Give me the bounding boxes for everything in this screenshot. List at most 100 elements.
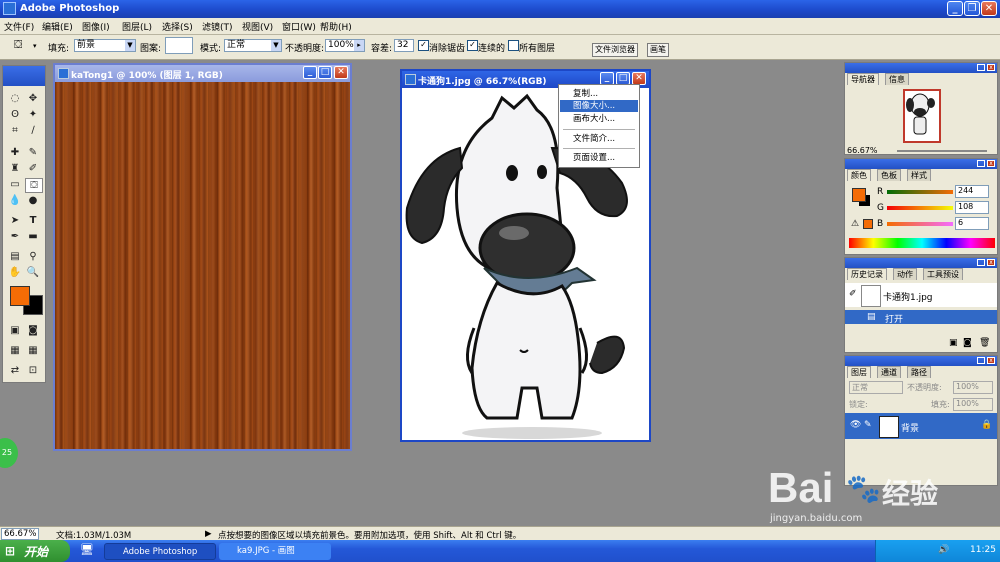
tolerance-input[interactable]: 32 xyxy=(394,39,414,52)
tab-swatches[interactable]: 色板 xyxy=(877,169,901,181)
doc1-minimize-button[interactable]: _ xyxy=(303,66,317,79)
menu-item-duplicate[interactable]: 复制... xyxy=(560,88,638,100)
minimize-icon[interactable]: _ xyxy=(977,160,985,167)
taskbar-item-paint[interactable]: ka9.JPG - 画图 xyxy=(219,543,331,560)
start-button[interactable]: ⊞ 开始 xyxy=(0,540,70,562)
foreground-color-swatch[interactable] xyxy=(10,286,30,306)
chevron-down-icon[interactable]: ▾ xyxy=(33,42,37,50)
all-layers-checkbox[interactable] xyxy=(508,40,519,51)
layer-row-background[interactable]: 👁 ✎ 背景 🔒 xyxy=(845,413,997,439)
menu-item-canvas-size[interactable]: 画布大小... xyxy=(560,113,638,125)
antialias-checkbox[interactable]: ✓ xyxy=(418,40,429,51)
close-button[interactable]: ✕ xyxy=(981,1,997,16)
eyedropper-tool-icon[interactable]: ⚲ xyxy=(25,250,41,263)
g-input[interactable]: 108 xyxy=(955,201,989,214)
tab-history[interactable]: 历史记录 xyxy=(847,268,887,280)
paint-bucket-tool-icon[interactable]: ⛋ xyxy=(25,178,43,193)
tab-channels[interactable]: 通道 xyxy=(877,366,901,378)
menu-item-file-info[interactable]: 文件简介... xyxy=(560,133,638,145)
tab-styles[interactable]: 样式 xyxy=(907,169,931,181)
menu-image[interactable]: 图像(I) xyxy=(82,20,110,33)
volume-icon[interactable]: 🔊 xyxy=(938,545,949,555)
menu-filter[interactable]: 滤镜(T) xyxy=(202,20,233,33)
close-icon[interactable]: x xyxy=(987,259,995,266)
gamut-color-swatch[interactable] xyxy=(863,219,873,229)
foreground-color-swatch[interactable] xyxy=(852,188,866,202)
status-zoom[interactable]: 66.67% xyxy=(1,528,40,540)
new-document-icon[interactable]: ▣ xyxy=(949,338,958,348)
mode-select[interactable]: 正常 ▼ xyxy=(224,39,282,52)
brush-tool-icon[interactable]: ✎ xyxy=(25,146,41,159)
crop-tool-icon[interactable]: ⌗ xyxy=(7,124,23,137)
move-tool-icon[interactable]: ✥ xyxy=(25,92,41,105)
path-selection-tool-icon[interactable]: ➤ xyxy=(7,214,23,227)
r-slider[interactable] xyxy=(887,190,953,194)
navigator-thumbnail[interactable] xyxy=(903,89,941,143)
menu-layer[interactable]: 图层(L) xyxy=(122,20,152,33)
close-icon[interactable]: x xyxy=(987,160,995,167)
brush-icon[interactable]: ✎ xyxy=(864,420,872,430)
tab-layers[interactable]: 图层 xyxy=(847,366,871,378)
history-step-row[interactable]: ▤ 打开 xyxy=(845,310,997,325)
healing-brush-tool-icon[interactable]: ✚ xyxy=(7,146,23,159)
menu-edit[interactable]: 编辑(E) xyxy=(42,20,73,33)
color-spectrum-bar[interactable] xyxy=(849,238,995,248)
tab-file-browser[interactable]: 文件浏览器 xyxy=(592,43,638,57)
lasso-tool-icon[interactable]: ʘ xyxy=(7,108,23,121)
g-slider[interactable] xyxy=(887,206,953,210)
doc1-maximize-button[interactable]: □ xyxy=(318,66,332,79)
wood-texture-canvas[interactable] xyxy=(55,82,350,449)
fill-select[interactable]: 前景 ▼ xyxy=(74,39,136,52)
tab-info[interactable]: 信息 xyxy=(885,73,909,85)
stamp-tool-icon[interactable]: ♜ xyxy=(7,162,23,175)
magic-wand-tool-icon[interactable]: ✦ xyxy=(25,108,41,121)
menu-file[interactable]: 文件(F) xyxy=(4,20,34,33)
b-slider[interactable] xyxy=(887,222,953,226)
marquee-tool-icon[interactable]: ◌ xyxy=(7,92,23,105)
quick-mask-icon[interactable]: ◙ xyxy=(25,324,41,337)
r-input[interactable]: 244 xyxy=(955,185,989,198)
slice-tool-icon[interactable]: ∕ xyxy=(25,124,41,137)
doc1-close-button[interactable]: ✕ xyxy=(334,66,348,79)
b-input[interactable]: 6 xyxy=(955,217,989,230)
close-icon[interactable]: x xyxy=(987,64,995,71)
navigator-zoom[interactable]: 66.67% xyxy=(847,146,878,155)
restore-button[interactable]: ❐ xyxy=(964,1,980,16)
show-desktop-icon[interactable]: 🖥 xyxy=(80,543,94,556)
blur-tool-icon[interactable]: 💧 xyxy=(7,194,23,207)
contiguous-checkbox[interactable]: ✓ xyxy=(467,40,478,51)
imageready-icon[interactable]: ⊡ xyxy=(25,364,41,377)
menu-view[interactable]: 视图(V) xyxy=(242,20,273,33)
minimize-icon[interactable]: _ xyxy=(977,357,985,364)
history-snapshot-row[interactable]: ✐ 卡通狗1.jpg xyxy=(845,283,997,307)
minimize-icon[interactable]: _ xyxy=(977,259,985,266)
dodge-tool-icon[interactable]: ● xyxy=(25,194,41,207)
screen-mode-standard-icon[interactable]: ▦ xyxy=(7,344,23,357)
layer-fill-input[interactable]: 100% xyxy=(953,398,993,411)
eraser-tool-icon[interactable]: ▭ xyxy=(7,178,23,191)
hand-tool-icon[interactable]: ✋ xyxy=(7,266,23,279)
clock[interactable]: 11:25 xyxy=(970,545,996,555)
pattern-picker[interactable] xyxy=(165,37,193,54)
screen-mode-full-icon[interactable]: ▦ xyxy=(25,344,41,357)
type-tool-icon[interactable]: T xyxy=(25,214,41,227)
layer-opacity-input[interactable]: 100% xyxy=(953,381,993,394)
history-brush-icon[interactable]: ✐ xyxy=(849,289,857,299)
tab-tool-presets[interactable]: 工具预设 xyxy=(923,268,963,280)
menu-help[interactable]: 帮助(H) xyxy=(320,20,352,33)
pen-tool-icon[interactable]: ✒ xyxy=(7,230,23,243)
paint-bucket-icon[interactable]: ⛋ xyxy=(14,38,22,52)
tab-actions[interactable]: 动作 xyxy=(893,268,917,280)
tab-color[interactable]: 颜色 xyxy=(847,169,871,181)
blend-mode-select[interactable]: 正常 xyxy=(849,381,903,394)
menu-window[interactable]: 窗口(W) xyxy=(282,20,316,33)
menu-select[interactable]: 选择(S) xyxy=(162,20,193,33)
taskbar-item-photoshop[interactable]: Adobe Photoshop xyxy=(104,543,216,560)
navigator-zoom-slider[interactable] xyxy=(897,150,987,152)
tab-navigator[interactable]: 导航器 xyxy=(847,73,879,85)
history-brush-tool-icon[interactable]: ✐ xyxy=(25,162,41,175)
snapshot-icon[interactable]: ◙ xyxy=(963,338,972,348)
play-icon[interactable]: ▶ xyxy=(205,529,212,539)
warning-icon[interactable]: ⚠ xyxy=(851,219,859,229)
minimize-button[interactable]: _ xyxy=(947,1,963,16)
